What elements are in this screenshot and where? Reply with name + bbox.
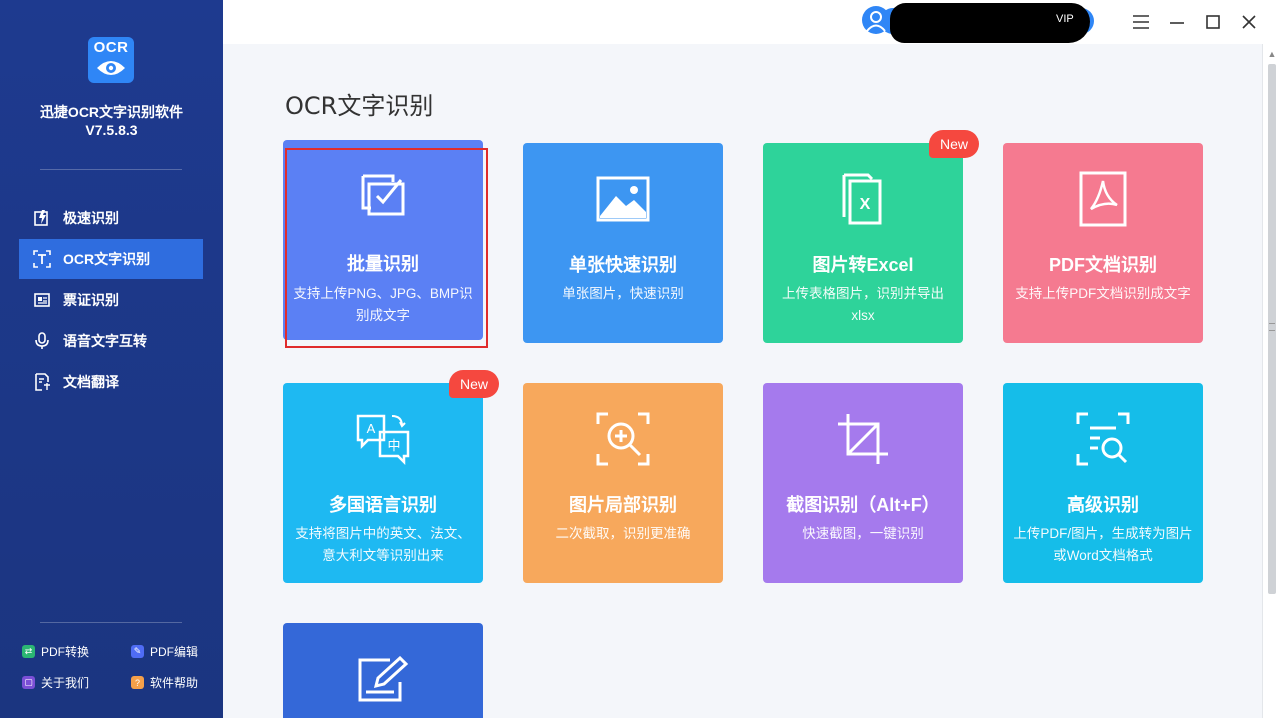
microphone-icon [33,332,51,350]
svg-text:中: 中 [387,439,400,454]
card-title: 图片局部识别 [569,495,677,515]
card-title: 批量识别 [347,254,419,274]
card-desc: 快速截图，一键识别 [802,526,924,541]
pdf-edit-link[interactable]: ✎ PDF编辑 [131,643,198,660]
svg-text:X: X [860,196,871,213]
card-single-fast-ocr[interactable]: 单张快速识别 单张图片，快速识别 [523,143,723,343]
sidebar-divider-top [40,169,182,170]
card-desc: 上传表格图片，识别并导出xlsx [782,286,944,323]
help-label: 软件帮助 [150,676,199,690]
image-icon [593,169,653,229]
close-button[interactable] [1237,10,1261,34]
language-icon: A中 [353,409,413,469]
card-title: 单张快速识别 [569,255,677,275]
card-title: PDF文档识别 [1049,255,1157,275]
about-icon: ▢ [22,676,35,689]
card-partial-image-ocr[interactable]: 图片局部识别 二次截取，识别更准确 [523,383,723,583]
scroll-up-arrow-icon[interactable]: ▲ [1264,46,1280,62]
close-icon [1242,15,1256,29]
ticket-icon [33,291,51,309]
sidebar: OCR 迅捷OCR文字识别软件 V7.5.8.3 极速识别 OCR文字识别 票证… [0,0,223,718]
vip-label: VIP [1056,13,1074,25]
zoom-scan-icon [593,409,653,469]
card-desc: 支持将图片中的英文、法文、意大利文等识别出来 [295,526,471,563]
pdf-convert-icon: ⇄ [22,645,35,658]
crop-icon [833,409,893,469]
minimize-button[interactable] [1165,10,1189,34]
sidebar-divider-bottom [40,622,182,623]
logo-text: OCR [93,39,129,56]
about-link[interactable]: ▢ 关于我们 [22,674,89,691]
pdf-edit-label: PDF编辑 [150,645,199,659]
user-icon [866,11,886,32]
card-title: 截图识别（Alt+F） [786,495,940,515]
eye-icon [97,61,125,75]
page-title: OCR文字识别 [285,92,434,120]
pdf-icon [1073,169,1133,229]
help-link[interactable]: ? 软件帮助 [131,674,198,691]
maximize-button[interactable] [1201,10,1225,34]
card-desc: 上传PDF/图片，生成转为图片或Word文档格式 [1013,526,1193,563]
menu-button[interactable] [1129,10,1153,34]
batch-check-icon [353,166,413,226]
sidebar-item-fast-ocr[interactable]: 极速识别 [19,198,203,238]
sidebar-item-ticket[interactable]: 票证识别 [19,280,203,320]
card-batch-ocr[interactable]: 批量识别 支持上传PNG、JPG、BMP识别成文字 [283,140,483,340]
pdf-edit-icon: ✎ [131,645,144,658]
app-name: 迅捷OCR文字识别软件 [39,104,184,120]
sidebar-item-ocr[interactable]: OCR文字识别 [19,239,203,279]
sidebar-item-label: 票证识别 [63,292,119,308]
card-title: 多国语言识别 [329,495,437,515]
pdf-convert-link[interactable]: ⇄ PDF转换 [22,643,89,660]
app-logo: OCR [88,37,134,83]
card-title: 高级识别 [1067,495,1139,515]
card-edit-doc[interactable] [283,623,483,718]
lightning-doc-icon [33,209,51,227]
scroll-grip-icon [1269,323,1275,331]
card-pdf-ocr[interactable]: PDF文档识别 支持上传PDF文档识别成文字 [1003,143,1203,343]
advanced-scan-icon [1073,409,1133,469]
minimize-icon [1170,22,1184,24]
pdf-convert-label: PDF转换 [41,645,90,659]
card-desc: 支持上传PNG、JPG、BMP识别成文字 [293,286,473,323]
user-avatar[interactable] [862,6,890,34]
help-icon: ? [131,676,144,689]
sidebar-item-label: 文档翻译 [63,374,119,390]
card-desc: 二次截取，识别更准确 [555,526,691,541]
app-version: V7.5.8.3 [85,122,138,138]
sidebar-item-label: 语音文字互转 [63,333,147,349]
sidebar-item-translate[interactable]: 文档翻译 [19,362,203,402]
card-desc: 支持上传PDF文档识别成文字 [1015,286,1191,301]
card-advanced-ocr[interactable]: 高级识别 上传PDF/图片，生成转为图片或Word文档格式 [1003,383,1203,583]
sidebar-item-label: OCR文字识别 [63,251,151,267]
card-image-to-excel[interactable]: X 图片转Excel 上传表格图片，识别并导出xlsx [763,143,963,343]
card-desc: 单张图片，快速识别 [562,286,684,301]
excel-icon: X [833,169,893,229]
text-scan-icon [33,250,51,268]
sidebar-item-label: 极速识别 [63,210,119,226]
new-badge: New [449,370,500,398]
svg-text:A: A [367,421,376,436]
menu-icon [1133,15,1149,29]
about-label: 关于我们 [41,676,90,690]
title-bar [223,0,1284,44]
card-multi-language[interactable]: A中 多国语言识别 支持将图片中的英文、法文、意大利文等识别出来 [283,383,483,583]
sidebar-item-voice[interactable]: 语音文字互转 [19,321,203,361]
edit-doc-icon [353,649,413,709]
new-badge: New [929,130,980,158]
maximize-icon [1206,15,1220,29]
card-title: 图片转Excel [812,255,914,275]
doc-translate-icon [33,373,51,391]
card-screenshot-ocr[interactable]: 截图识别（Alt+F） 快速截图，一键识别 [763,383,963,583]
